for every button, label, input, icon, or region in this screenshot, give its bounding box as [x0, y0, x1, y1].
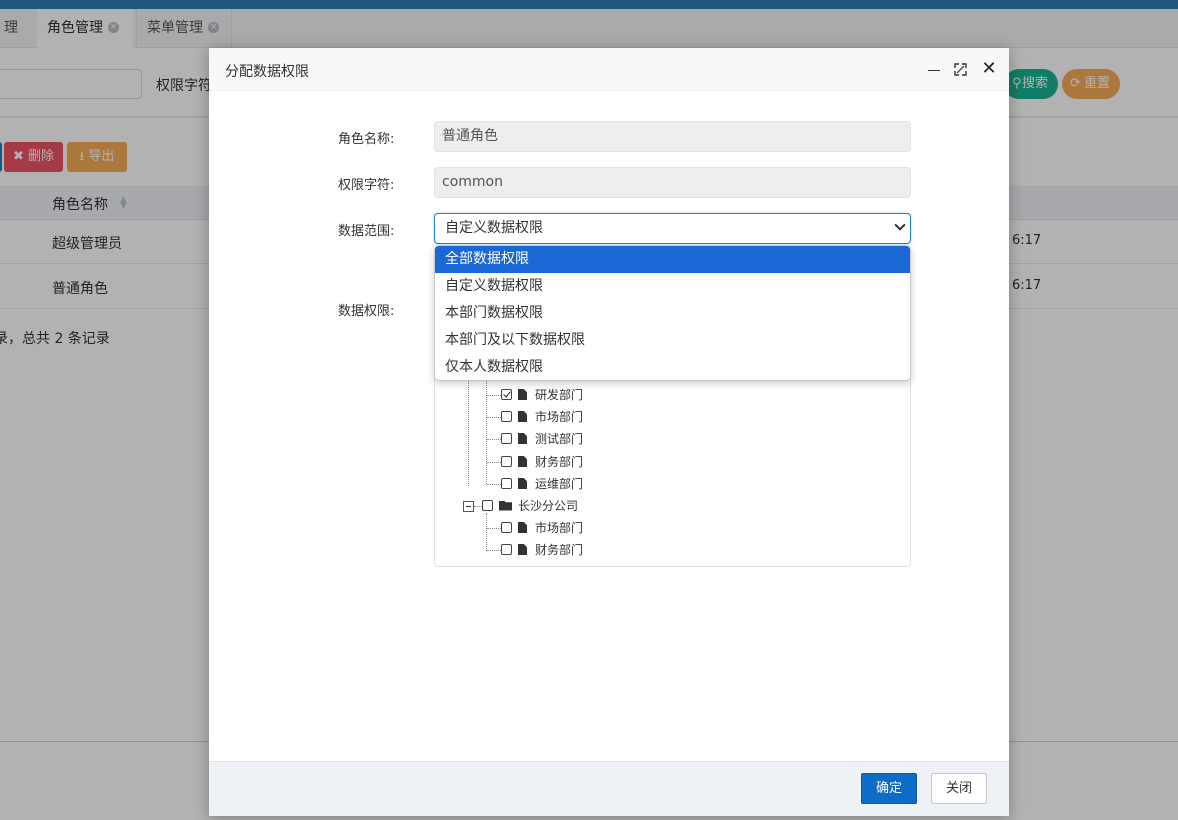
- checkbox[interactable]: [501, 522, 512, 533]
- collapse-icon[interactable]: [463, 501, 474, 512]
- dialog-header: 分配数据权限 ✕: [209, 48, 1009, 91]
- checkbox[interactable]: [501, 478, 512, 489]
- minimize-icon[interactable]: [928, 70, 940, 71]
- dropdown-option[interactable]: 本部门及以下数据权限: [435, 327, 910, 354]
- tree-line: [487, 484, 501, 485]
- role-name-field[interactable]: 普通角色: [434, 121, 911, 152]
- checkbox[interactable]: [501, 433, 512, 444]
- tree-node-label: 长沙分公司: [518, 499, 579, 513]
- tree-line: [487, 462, 501, 463]
- perm-key-field[interactable]: common: [434, 167, 911, 198]
- tree-node-label: 研发部门: [535, 388, 584, 402]
- file-icon: [518, 544, 527, 555]
- data-scope-label: 数据范围:: [338, 224, 395, 239]
- tree-node[interactable]: 财务部门: [501, 541, 583, 559]
- tree-node-branch[interactable]: 长沙分公司: [482, 497, 578, 515]
- data-scope-dropdown: 全部数据权限 自定义数据权限 本部门数据权限 本部门及以下数据权限 仅本人数据权…: [434, 245, 911, 381]
- role-name-label: 角色名称:: [338, 132, 395, 147]
- tree-node-label: 财务部门: [535, 455, 584, 469]
- perm-key-label: 权限字符:: [338, 178, 395, 193]
- dialog-title: 分配数据权限: [225, 64, 309, 80]
- checkbox[interactable]: [482, 500, 493, 511]
- tree-node[interactable]: 研发部门: [501, 386, 583, 404]
- close-button[interactable]: 关闭: [931, 773, 987, 804]
- tree-line: [487, 550, 501, 551]
- tree-node-label: 运维部门: [535, 477, 584, 491]
- tree-line: [468, 368, 469, 486]
- tree-node-label: 测试部门: [535, 432, 584, 446]
- file-icon: [518, 522, 527, 533]
- checkbox[interactable]: [501, 411, 512, 422]
- tree-node-label: 财务部门: [535, 543, 584, 557]
- checkbox-checked[interactable]: [501, 389, 512, 400]
- dropdown-option[interactable]: 本部门数据权限: [435, 300, 910, 327]
- dropdown-option[interactable]: 仅本人数据权限: [435, 354, 910, 380]
- file-icon: [518, 389, 527, 400]
- assign-data-permission-dialog: 分配数据权限 ✕ 角色名称: 普通角色 权限字符: common 数据范围: 自…: [209, 48, 1009, 816]
- tree-line: [487, 395, 501, 396]
- close-icon[interactable]: ✕: [981, 59, 997, 79]
- file-icon: [518, 433, 527, 444]
- checkbox[interactable]: [501, 456, 512, 467]
- confirm-button[interactable]: 确定: [861, 773, 917, 804]
- data-scope-select[interactable]: 自定义数据权限: [434, 213, 911, 244]
- folder-open-icon: [499, 500, 512, 511]
- tree-node[interactable]: 测试部门: [501, 430, 583, 448]
- dialog-footer: 确定 关闭: [209, 761, 1009, 816]
- tree-node-label: 市场部门: [535, 521, 584, 535]
- tree-line: [487, 528, 501, 529]
- data-scope-selected: 自定义数据权限: [445, 220, 543, 236]
- file-icon: [518, 411, 527, 422]
- file-icon: [518, 478, 527, 489]
- dropdown-option[interactable]: 全部数据权限: [435, 246, 910, 273]
- tree-node[interactable]: 财务部门: [501, 453, 583, 471]
- tree-node[interactable]: 市场部门: [501, 519, 583, 537]
- dept-tree: 研发部门 市场部门 测试部门 财务部门 运维部门 长沙分公司 市场部门 财务部门: [434, 368, 911, 567]
- tree-node-label: 市场部门: [535, 410, 584, 424]
- tree-line: [474, 506, 482, 507]
- chevron-down-icon: [894, 219, 906, 231]
- checkbox[interactable]: [501, 544, 512, 555]
- file-icon: [518, 456, 527, 467]
- tree-node[interactable]: 市场部门: [501, 408, 583, 426]
- tree-line: [486, 513, 487, 551]
- maximize-icon[interactable]: [954, 63, 967, 76]
- tree-line: [487, 439, 501, 440]
- tree-line: [487, 417, 501, 418]
- data-permission-label: 数据权限:: [338, 304, 395, 319]
- tree-line: [486, 374, 487, 484]
- dropdown-option[interactable]: 自定义数据权限: [435, 273, 910, 300]
- tree-node[interactable]: 运维部门: [501, 475, 583, 493]
